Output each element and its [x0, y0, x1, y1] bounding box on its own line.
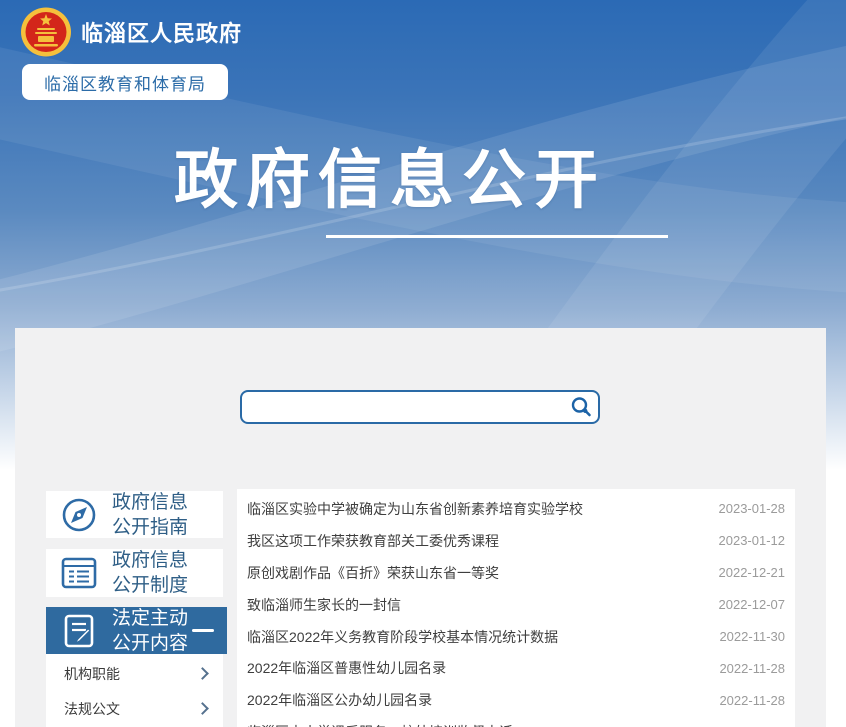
news-title[interactable]: 原创戏剧作品《百折》荣获山东省一等奖 — [247, 563, 499, 583]
department-button[interactable]: 临淄区教育和体育局 — [22, 64, 228, 100]
news-date: 2022-12-07 — [719, 597, 786, 612]
sidebar-item-label: 政府信息 公开制度 — [112, 548, 188, 598]
chevron-right-icon — [196, 702, 209, 715]
news-title[interactable]: 临淄区实验中学被确定为山东省创新素养培育实验学校 — [247, 499, 583, 519]
news-title[interactable]: 我区这项工作荣获教育部关工委优秀课程 — [247, 531, 499, 551]
news-date: 2023-01-28 — [719, 501, 786, 516]
news-title[interactable]: 致临淄师生家长的一封信 — [247, 595, 401, 615]
news-list-item[interactable]: 2022年临淄区公办幼儿园名录 2022-11-28 — [247, 684, 785, 716]
subitem-label: 法规公文 — [64, 699, 120, 719]
sidebar-subitem-org-functions[interactable]: 机构职能 — [46, 658, 223, 689]
clipboard-pen-icon — [59, 612, 99, 650]
news-list-item[interactable]: 临淄区实验中学被确定为山东省创新素养培育实验学校 2023-01-28 — [247, 493, 785, 525]
sidebar-item-label: 政府信息 公开指南 — [112, 490, 188, 540]
news-list-item[interactable]: 临淄区2022年义务教育阶段学校基本情况统计数据 2022-11-30 — [247, 621, 785, 653]
subitem-label: 机构职能 — [64, 664, 120, 684]
news-title[interactable]: 2022年临淄区公办幼儿园名录 — [247, 690, 432, 710]
news-title[interactable]: 临淄区2022年义务教育阶段学校基本情况统计数据 — [247, 627, 558, 647]
sidebar-item-statutory-disclosure[interactable]: 法定主动 公开内容 — [46, 607, 227, 654]
news-date: 2022-11-30 — [719, 629, 785, 644]
sidebar-submenu: 机构职能 法规公文 — [46, 654, 223, 727]
compass-icon — [59, 496, 99, 534]
news-date: 2022-11-28 — [719, 693, 785, 708]
sidebar-item-gov-info-system[interactable]: 政府信息 公开制度 — [46, 549, 223, 597]
sidebar-subitem-regulations[interactable]: 法规公文 — [46, 693, 223, 724]
collapse-dash-icon[interactable] — [192, 629, 214, 632]
news-list-item[interactable]: 我区这项工作荣获教育部关工委优秀课程 2023-01-12 — [247, 525, 785, 557]
title-underline — [326, 235, 668, 238]
news-list-item[interactable]: 致临淄师生家长的一封信 2022-12-07 — [247, 589, 785, 621]
news-date: 2022-11-28 — [719, 661, 785, 676]
site-title[interactable]: 临淄区人民政府 — [81, 16, 242, 48]
news-list-item[interactable]: 2022年临淄区普惠性幼儿园名录 2022-11-28 — [247, 652, 785, 684]
document-list-icon — [59, 556, 99, 590]
search-button[interactable] — [564, 392, 598, 422]
news-list: 临淄区实验中学被确定为山东省创新素养培育实验学校 2023-01-28 我区这项… — [237, 489, 795, 727]
news-list-item[interactable]: 原创戏剧作品《百折》荣获山东省一等奖 2022-12-21 — [247, 557, 785, 589]
content-panel: 政府信息 公开指南 政府信息 公开制度 — [15, 328, 826, 727]
page-title: 政府信息公开 — [174, 146, 606, 214]
search-icon — [569, 395, 593, 419]
national-emblem-icon — [20, 7, 72, 57]
news-title[interactable]: 临淄区中小学课后服务、校外培训监督电话 — [247, 722, 513, 727]
news-title[interactable]: 2022年临淄区普惠性幼儿园名录 — [247, 658, 446, 678]
chevron-right-icon — [196, 667, 209, 680]
news-list-item[interactable]: 临淄区中小学课后服务、校外培训监督电话 — [247, 716, 785, 727]
search-input[interactable] — [242, 392, 564, 422]
site-header[interactable]: 临淄区人民政府 — [20, 7, 242, 57]
search-box — [240, 390, 600, 424]
sidebar-item-label: 法定主动 公开内容 — [112, 606, 188, 656]
news-date: 2023-01-12 — [719, 533, 786, 548]
news-date: 2022-12-21 — [719, 565, 786, 580]
sidebar-item-gov-info-guide[interactable]: 政府信息 公开指南 — [46, 491, 223, 538]
